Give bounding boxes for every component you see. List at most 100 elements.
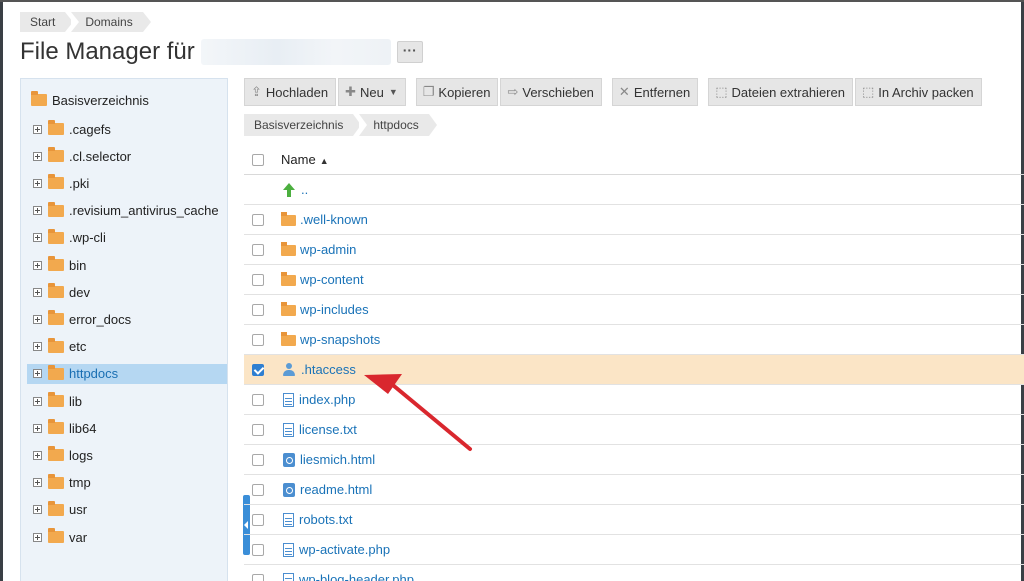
sidebar-item-pki[interactable]: .pki xyxy=(33,173,223,193)
folder-icon xyxy=(48,500,64,516)
table-row[interactable]: readme.html xyxy=(244,475,1024,505)
file-name-link[interactable]: readme.html xyxy=(300,482,372,497)
archive-button[interactable]: ⬚ In Archiv packen xyxy=(854,78,982,106)
file-icon xyxy=(283,392,294,407)
file-name-link[interactable]: wp-admin xyxy=(300,242,356,257)
sidebar-item-dev[interactable]: dev xyxy=(33,282,223,302)
expand-icon[interactable] xyxy=(33,450,42,460)
breadcrumb-domains[interactable]: Domains xyxy=(71,12,152,32)
more-options-button[interactable]: ··· xyxy=(396,41,423,63)
expand-icon[interactable] xyxy=(33,369,42,379)
name-column-header[interactable]: Name ▲ xyxy=(281,152,329,167)
file-name-link[interactable]: .well-known xyxy=(300,212,368,227)
copy-button[interactable]: ❐ Kopieren xyxy=(415,78,499,106)
table-row[interactable]: wp-content xyxy=(244,265,1024,295)
parent-directory-row[interactable]: .. xyxy=(244,175,1024,205)
file-name-link[interactable]: index.php xyxy=(299,392,355,407)
copy-label: Kopieren xyxy=(438,84,491,100)
row-checkbox[interactable] xyxy=(252,393,264,406)
file-name-link[interactable]: robots.txt xyxy=(299,512,352,527)
table-row[interactable]: wp-blog-header.php xyxy=(244,565,1024,581)
sidebar-item-lib[interactable]: lib xyxy=(33,391,223,411)
table-row[interactable]: .htaccess xyxy=(244,355,1024,385)
table-row[interactable]: license.txt xyxy=(244,415,1024,445)
folder-icon xyxy=(281,242,296,256)
row-checkbox[interactable] xyxy=(252,483,264,496)
parent-directory-link[interactable]: .. xyxy=(301,182,308,197)
expand-icon[interactable] xyxy=(33,287,42,297)
file-name-link[interactable]: wp-blog-header.php xyxy=(299,572,414,581)
expand-icon[interactable] xyxy=(33,206,42,216)
path-basisverzeichnis[interactable]: Basisverzeichnis xyxy=(244,114,362,136)
sidebar-item-bin[interactable]: bin xyxy=(33,255,223,275)
sidebar-item-revisium-antivirus-cache[interactable]: .revisium_antivirus_cache xyxy=(33,201,223,221)
table-row[interactable]: wp-activate.php xyxy=(244,535,1024,565)
row-checkbox[interactable] xyxy=(252,573,264,581)
row-checkbox[interactable] xyxy=(252,453,264,466)
row-checkbox[interactable] xyxy=(252,243,264,256)
row-checkbox[interactable] xyxy=(252,423,264,436)
sidebar-item-etc[interactable]: etc xyxy=(33,337,223,357)
table-row[interactable]: liesmich.html xyxy=(244,445,1024,475)
file-name-link[interactable]: liesmich.html xyxy=(300,452,375,467)
expand-icon[interactable] xyxy=(33,260,42,270)
expand-icon[interactable] xyxy=(33,532,42,542)
expand-icon[interactable] xyxy=(33,423,42,433)
expand-icon[interactable] xyxy=(33,151,42,161)
sidebar-item-error-docs[interactable]: error_docs xyxy=(33,309,223,329)
sidebar-item-tmp[interactable]: tmp xyxy=(33,473,223,493)
row-checkbox[interactable] xyxy=(252,513,264,526)
sidebar-item-cagefs[interactable]: .cagefs xyxy=(33,119,223,139)
sidebar-item-logs[interactable]: logs xyxy=(33,445,223,465)
breadcrumb-start[interactable]: Start xyxy=(20,12,74,32)
expand-icon[interactable] xyxy=(33,233,42,243)
row-checkbox[interactable] xyxy=(252,273,264,286)
table-row[interactable]: wp-snapshots xyxy=(244,325,1024,355)
folder-icon xyxy=(48,147,64,163)
row-checkbox[interactable] xyxy=(252,543,264,556)
row-checkbox[interactable] xyxy=(252,363,264,376)
file-name-link[interactable]: license.txt xyxy=(299,422,357,437)
select-all-checkbox[interactable] xyxy=(252,153,264,166)
remove-button[interactable]: ✕ Entfernen xyxy=(611,78,699,106)
extract-label: Dateien extrahieren xyxy=(731,84,845,100)
upload-icon: ⇪ xyxy=(251,84,262,99)
folder-icon xyxy=(48,337,64,353)
expand-icon[interactable] xyxy=(33,124,42,134)
table-row[interactable]: wp-includes xyxy=(244,295,1024,325)
sidebar-item-usr[interactable]: usr xyxy=(33,500,223,520)
move-button[interactable]: ⇨ Verschieben xyxy=(500,78,602,106)
row-checkbox[interactable] xyxy=(252,303,264,316)
file-name-link[interactable]: wp-snapshots xyxy=(300,332,380,347)
expand-icon[interactable] xyxy=(33,396,42,406)
sidebar-item-httpdocs[interactable]: httpdocs xyxy=(27,363,227,384)
table-row[interactable]: .well-known xyxy=(244,205,1024,235)
extract-button[interactable]: ⬚ Dateien extrahieren xyxy=(708,78,853,106)
expand-icon[interactable] xyxy=(33,505,42,515)
expand-icon[interactable] xyxy=(33,314,42,324)
expand-icon[interactable] xyxy=(33,342,42,352)
expand-icon[interactable] xyxy=(33,478,42,488)
file-name-link[interactable]: .htaccess xyxy=(301,362,356,377)
folder-icon xyxy=(48,528,64,543)
sidebar-item-label: etc xyxy=(69,339,87,355)
file-name-link[interactable]: wp-includes xyxy=(300,302,369,317)
tree-root-item[interactable]: Basisverzeichnis xyxy=(31,91,149,109)
row-checkbox[interactable] xyxy=(252,333,264,346)
sidebar-item-wp-cli[interactable]: .wp-cli xyxy=(33,228,223,248)
sidebar-item-label: httpdocs xyxy=(69,366,119,382)
sidebar-item-label: lib64 xyxy=(69,420,97,436)
row-checkbox[interactable] xyxy=(252,213,264,226)
table-row[interactable]: index.php xyxy=(244,385,1024,415)
sidebar-item-cl-selector[interactable]: .cl.selector xyxy=(33,146,223,166)
expand-icon[interactable] xyxy=(33,178,42,188)
sidebar-item-var[interactable]: var xyxy=(33,527,223,547)
new-button[interactable]: ✚ Neu ▼ xyxy=(338,78,406,106)
sidebar-item-lib64[interactable]: lib64 xyxy=(33,418,223,438)
path-httpdocs[interactable]: httpdocs xyxy=(359,114,438,136)
file-name-link[interactable]: wp-content xyxy=(300,272,364,287)
upload-button[interactable]: ⇪ Hochladen xyxy=(244,78,337,106)
file-name-link[interactable]: wp-activate.php xyxy=(299,542,390,557)
table-row[interactable]: robots.txt xyxy=(244,505,1024,535)
table-row[interactable]: wp-admin xyxy=(244,235,1024,265)
